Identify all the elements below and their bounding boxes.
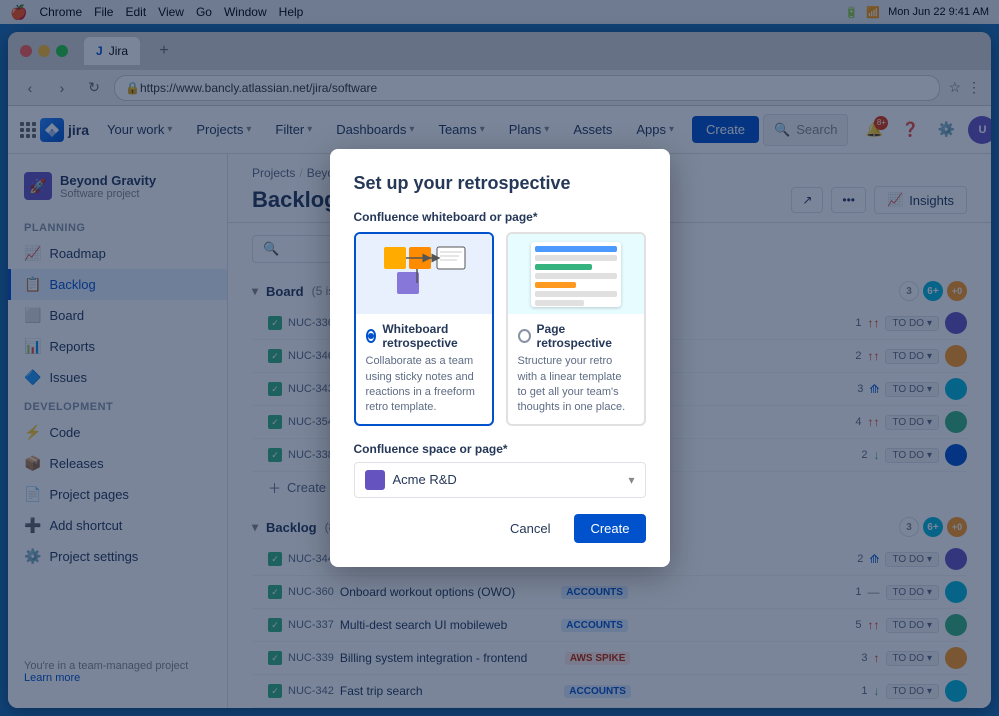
pp-line-3 <box>535 264 592 270</box>
pp-line-7 <box>535 300 584 306</box>
option1-radio: Whiteboard retrospective <box>366 322 482 350</box>
create-button[interactable]: Create <box>574 514 645 543</box>
modal-field-label: Confluence whiteboard or page* <box>354 210 646 224</box>
radio-unselected-icon <box>518 329 531 343</box>
whiteboard-arrows <box>379 242 469 307</box>
space-dropdown[interactable]: Acme R&D ▾ <box>354 462 646 498</box>
space-icon <box>365 470 385 490</box>
modal-overlay[interactable]: Set up your retrospective Confluence whi… <box>0 0 999 716</box>
modal-actions: Cancel Create <box>354 514 646 543</box>
option2-desc: Structure your retro with a linear templ… <box>518 354 634 416</box>
space-value: Acme R&D <box>393 472 457 487</box>
modal-dialog: Set up your retrospective Confluence whi… <box>330 149 670 567</box>
space-label: Confluence space or page* <box>354 442 646 456</box>
modal-options: Whiteboard retrospective Collaborate as … <box>354 232 646 426</box>
whiteboard-option[interactable]: Whiteboard retrospective Collaborate as … <box>354 232 494 426</box>
pp-line-4 <box>535 273 617 279</box>
page-graphic <box>531 242 621 307</box>
option2-radio: Page retrospective <box>518 322 634 350</box>
radio-selected-icon <box>366 329 377 343</box>
page-preview-image <box>508 234 644 314</box>
option1-body: Whiteboard retrospective Collaborate as … <box>356 314 492 424</box>
option2-name: Page retrospective <box>537 322 634 350</box>
pp-line-5 <box>535 282 576 288</box>
modal-title: Set up your retrospective <box>354 173 646 194</box>
dropdown-arrow-icon: ▾ <box>628 473 634 487</box>
pp-line-6 <box>535 291 617 297</box>
page-option[interactable]: Page retrospective Structure your retro … <box>506 232 646 426</box>
cancel-button[interactable]: Cancel <box>494 514 566 543</box>
option2-body: Page retrospective Structure your retro … <box>508 314 644 424</box>
option1-name: Whiteboard retrospective <box>382 322 481 350</box>
option1-desc: Collaborate as a team using sticky notes… <box>366 354 482 416</box>
pp-line-2 <box>535 255 617 261</box>
pp-line-1 <box>535 246 617 252</box>
whiteboard-graphic <box>379 242 469 307</box>
whiteboard-preview-image <box>356 234 492 314</box>
